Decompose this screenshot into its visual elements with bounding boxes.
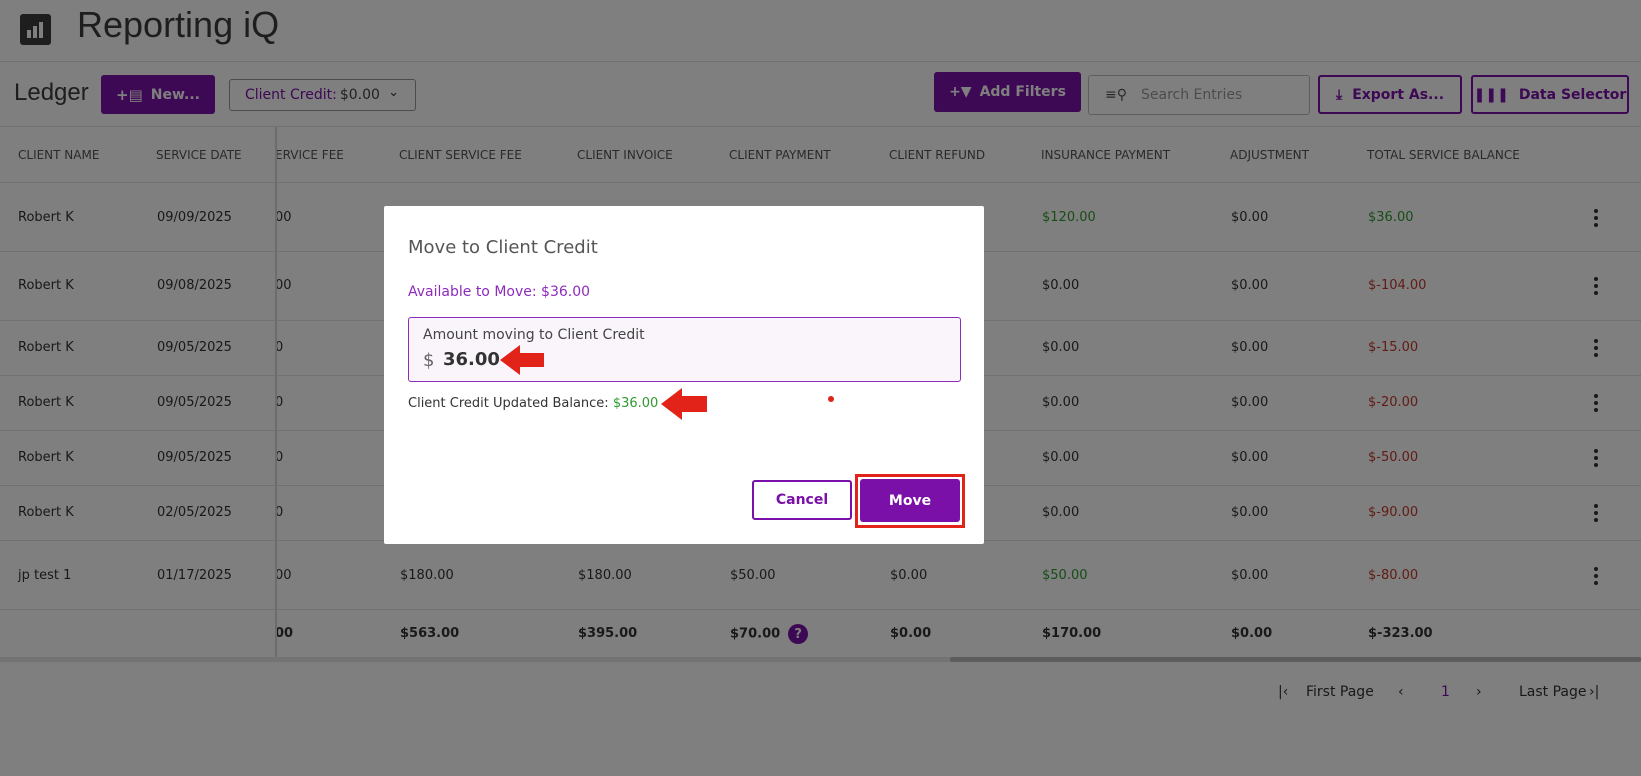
cancel-button[interactable]: Cancel: [752, 480, 852, 520]
move-to-client-credit-dialog: Move to Client Credit Available to Move:…: [384, 206, 984, 544]
amount-label: Amount moving to Client Credit: [423, 327, 645, 343]
dialog-title: Move to Client Credit: [408, 237, 598, 258]
move-button[interactable]: Move: [860, 479, 960, 522]
updated-balance-label: Client Credit Updated Balance:: [408, 396, 609, 411]
red-arrow-icon: [661, 388, 707, 420]
updated-balance-text: Client Credit Updated Balance: $36.00: [408, 396, 658, 411]
red-arrow-icon: [500, 345, 544, 375]
annotation-dot: [828, 396, 834, 402]
available-to-move: Available to Move: $36.00: [408, 284, 591, 300]
updated-balance-value: $36.00: [612, 396, 659, 411]
currency-prefix: $: [423, 350, 435, 371]
amount-field[interactable]: Amount moving to Client Credit $: [408, 317, 961, 382]
